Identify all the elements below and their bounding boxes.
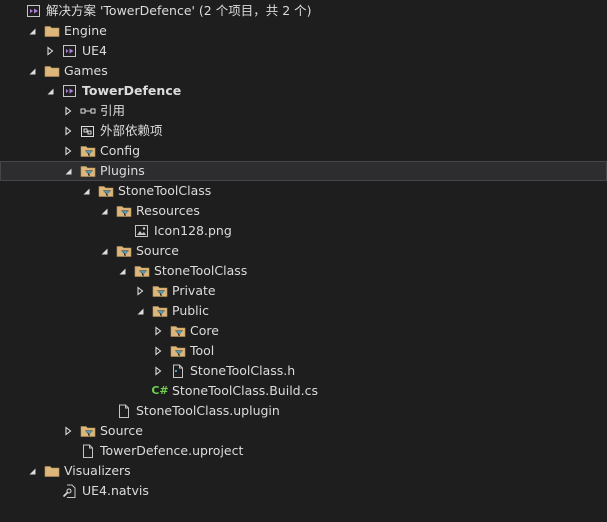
folder-icon <box>44 21 60 41</box>
filter-folder-icon <box>80 421 96 441</box>
tree-row[interactable]: StoneToolClass.h <box>0 361 607 381</box>
collapse-arrow-icon[interactable] <box>44 41 56 61</box>
expand-arrow-icon[interactable] <box>62 161 74 181</box>
tree-row[interactable]: StoneToolClass <box>0 181 607 201</box>
collapse-arrow-icon[interactable] <box>152 341 164 361</box>
csharp-badge-text: C# <box>151 384 169 397</box>
tree-item-label: Config <box>100 143 141 158</box>
filter-folder-icon <box>116 201 132 221</box>
tree-row[interactable]: Source <box>0 421 607 441</box>
tree-item-label: Plugins <box>100 163 145 178</box>
tree-row[interactable]: Plugins <box>0 161 607 181</box>
tree-row[interactable]: UE4 <box>0 41 607 61</box>
project-icon <box>62 81 78 101</box>
collapse-arrow-icon[interactable] <box>62 121 74 141</box>
tree-row[interactable]: Tool <box>0 341 607 361</box>
tree-item-label: Tool <box>190 343 215 358</box>
csharp-file-icon: C# <box>151 381 169 401</box>
project-icon <box>62 41 78 61</box>
tree-item-label: StoneToolClass <box>118 183 212 198</box>
tree-item-label: 引用 <box>100 103 126 118</box>
expand-arrow-icon[interactable] <box>98 201 110 221</box>
filter-folder-icon <box>152 301 168 321</box>
collapse-arrow-icon[interactable] <box>152 361 164 381</box>
tree-item-label: StoneToolClass.uplugin <box>136 403 280 418</box>
tree-item-label: Engine <box>64 23 107 38</box>
tree-row[interactable]: StoneToolClass <box>0 261 607 281</box>
filter-folder-icon <box>98 181 114 201</box>
tree-item-label: Core <box>190 323 219 338</box>
expand-arrow-icon[interactable] <box>26 461 38 481</box>
natvis-file-icon <box>62 481 78 501</box>
expand-arrow-icon[interactable] <box>26 21 38 41</box>
header-file-icon <box>170 361 186 381</box>
solution-explorer-tree: 解决方案 'TowerDefence' (2 个项目，共 2 个) Engine U… <box>0 0 607 522</box>
expand-arrow-icon[interactable] <box>116 261 128 281</box>
tree-row[interactable]: TowerDefence <box>0 81 607 101</box>
tree-row[interactable]: Visualizers <box>0 461 607 481</box>
tree-item-label: Resources <box>136 203 200 218</box>
filter-folder-icon <box>116 241 132 261</box>
tree-item-label: 外部依赖项 <box>100 123 163 138</box>
filter-folder-icon <box>134 261 150 281</box>
external-deps-icon <box>80 121 96 141</box>
tree-row[interactable]: C# StoneToolClass.Build.cs <box>0 381 607 401</box>
tree-row[interactable]: Games <box>0 61 607 81</box>
tree-item-label: StoneToolClass.h <box>190 363 296 378</box>
tree-row[interactable]: Resources <box>0 201 607 221</box>
tree-row[interactable]: Config <box>0 141 607 161</box>
expand-arrow-icon[interactable] <box>80 181 92 201</box>
tree-row[interactable]: Public <box>0 301 607 321</box>
tree-item-label: Icon128.png <box>154 223 232 238</box>
tree-row[interactable]: Source <box>0 241 607 261</box>
collapse-arrow-icon[interactable] <box>152 321 164 341</box>
expand-arrow-icon[interactable] <box>98 241 110 261</box>
tree-item-label: UE4.natvis <box>82 483 149 498</box>
filter-folder-icon <box>152 281 168 301</box>
file-icon <box>80 441 96 461</box>
expand-arrow-icon[interactable] <box>44 81 56 101</box>
collapse-arrow-icon[interactable] <box>62 101 74 121</box>
folder-icon <box>44 61 60 81</box>
tree-row[interactable]: UE4.natvis <box>0 481 607 501</box>
tree-row[interactable]: 外部依赖项 <box>0 121 607 141</box>
tree-item-label: StoneToolClass.Build.cs <box>172 383 318 398</box>
tree-item-label: 解决方案 'TowerDefence' (2 个项目，共 2 个) <box>46 3 312 18</box>
filter-folder-icon <box>170 341 186 361</box>
tree-item-label: Public <box>172 303 209 318</box>
tree-item-label: Source <box>136 243 179 258</box>
tree-row[interactable]: TowerDefence.uproject <box>0 441 607 461</box>
tree-row[interactable]: 引用 <box>0 101 607 121</box>
filter-folder-icon <box>80 141 96 161</box>
tree-row[interactable]: StoneToolClass.uplugin <box>0 401 607 421</box>
filter-folder-icon <box>80 161 96 181</box>
solution-icon <box>26 1 42 21</box>
tree-row[interactable]: 解决方案 'TowerDefence' (2 个项目，共 2 个) <box>0 1 607 21</box>
expand-arrow-icon[interactable] <box>134 301 146 321</box>
collapse-arrow-icon[interactable] <box>62 141 74 161</box>
tree-item-label: UE4 <box>82 43 107 58</box>
tree-item-label: TowerDefence <box>82 83 182 98</box>
expand-arrow-icon[interactable] <box>26 61 38 81</box>
tree-row[interactable]: Icon128.png <box>0 221 607 241</box>
references-icon <box>80 101 96 121</box>
image-file-icon <box>134 221 150 241</box>
filter-folder-icon <box>170 321 186 341</box>
tree-row[interactable]: Private <box>0 281 607 301</box>
folder-icon <box>44 461 60 481</box>
tree-row[interactable]: Engine <box>0 21 607 41</box>
tree-item-label: Games <box>64 63 108 78</box>
tree-item-label: Visualizers <box>64 463 131 478</box>
tree-item-label: StoneToolClass <box>154 263 248 278</box>
tree-item-label: Private <box>172 283 216 298</box>
tree-item-label: TowerDefence.uproject <box>100 443 244 458</box>
file-icon <box>116 401 132 421</box>
collapse-arrow-icon[interactable] <box>134 281 146 301</box>
tree-item-label: Source <box>100 423 143 438</box>
tree-row[interactable]: Core <box>0 321 607 341</box>
collapse-arrow-icon[interactable] <box>62 421 74 441</box>
